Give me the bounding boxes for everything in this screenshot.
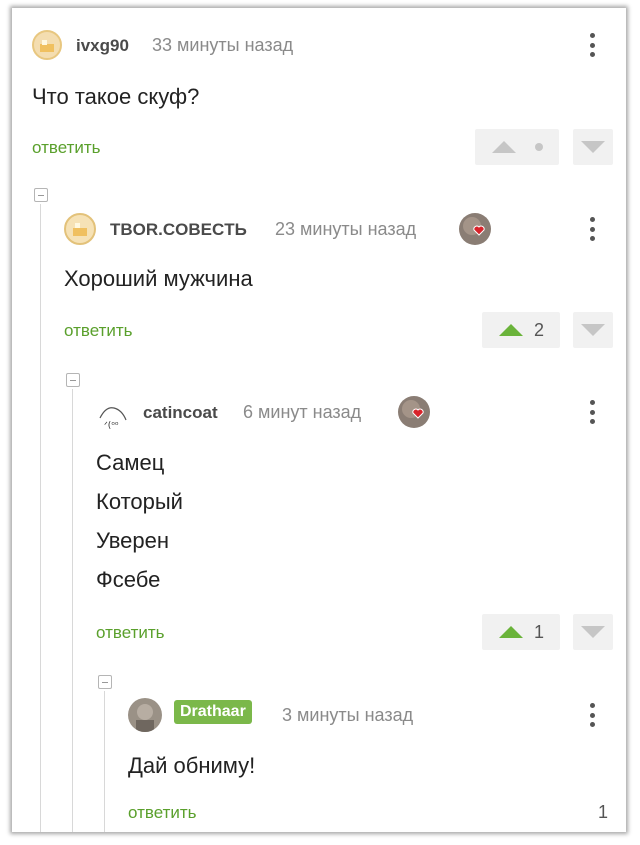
avatar[interactable] [32,30,62,60]
comment-text: Самец [96,450,165,475]
more-icon[interactable] [589,400,595,424]
collapse-icon[interactable] [34,188,48,202]
reply-link[interactable]: ответить [96,623,165,643]
upvote-button[interactable]: 1 [482,614,560,650]
more-icon[interactable] [589,703,595,727]
timestamp[interactable]: 33 минуты назад [152,35,293,56]
avatar[interactable]: ᐟ(ᵒᵒ [96,398,130,432]
vote-count: 2 [533,319,544,340]
reply-link[interactable]: ответить [32,138,101,158]
timestamp[interactable]: 6 минут назад [243,402,361,423]
collapse-icon[interactable] [66,373,80,387]
svg-text:ᐟ(ᵒᵒ: ᐟ(ᵒᵒ [104,421,119,431]
collapse-icon[interactable] [98,675,112,689]
downvote-icon [581,141,605,153]
timestamp[interactable]: 23 минуты назад [275,219,416,240]
reply-link[interactable]: ответить [64,321,133,341]
heart-badge-icon [463,217,485,236]
reply-link[interactable]: ответить [128,803,197,823]
vote-count: 1 [533,621,544,642]
username[interactable]: catincoat [143,403,218,423]
comment-text: Который [96,489,183,514]
upvote-button[interactable] [475,129,559,165]
thread-line[interactable] [72,389,73,832]
username[interactable]: ivxg90 [76,36,129,56]
downvote-icon [581,626,605,638]
upvote-button[interactable]: 2 [482,312,560,348]
upvote-icon [498,626,523,638]
avatar[interactable] [64,213,96,245]
comment-text: Уверен [96,528,170,553]
heart-badge-icon [402,400,424,419]
comment-text: Фсебе [96,567,161,592]
downvote-button[interactable] [573,614,613,650]
downvote-icon [581,324,605,336]
upvote-icon [498,324,523,336]
username[interactable]: TBOR.COBECTЬ [110,220,247,240]
downvote-button[interactable] [573,312,613,348]
upvote-icon [492,141,516,153]
avatar[interactable] [128,698,162,732]
author-badge[interactable]: Drathaar [174,700,252,724]
comment-text: Хороший мужчина [64,266,253,291]
thread-line[interactable] [40,204,41,832]
comments-thread: ivxg90 33 минуты назад Что такое скуф? о… [12,8,626,832]
vote-count: 1 [598,802,609,822]
award-avatar[interactable] [459,213,491,245]
comment-text: Что такое скуф? [32,84,200,109]
award-avatar[interactable] [398,396,430,428]
comment-text: Дай обниму! [128,753,256,778]
more-icon[interactable] [589,33,595,57]
downvote-button[interactable] [573,129,613,165]
thread-line[interactable] [104,691,105,832]
neutral-dot [535,143,543,151]
more-icon[interactable] [589,217,595,241]
timestamp[interactable]: 3 минуты назад [282,705,413,726]
